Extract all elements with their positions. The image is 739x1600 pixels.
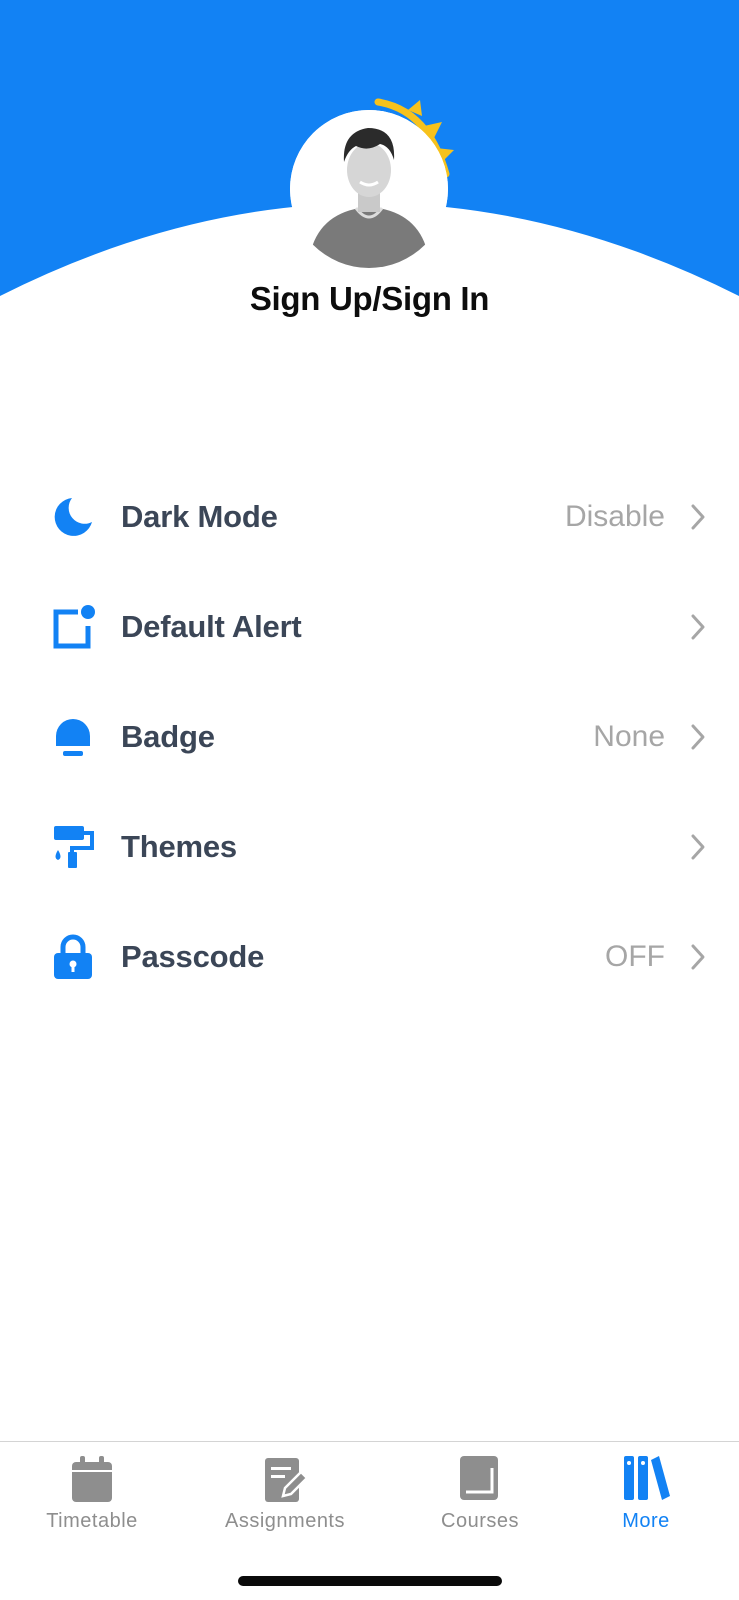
more-screen: Sign Up/Sign In Dark Mode Disable Defaul… <box>0 0 739 1600</box>
chevron-right-icon <box>691 944 705 970</box>
badge-label: Badge <box>121 719 215 754</box>
tab-timetable[interactable]: Timetable <box>7 1454 177 1533</box>
passcode-label: Passcode <box>121 939 265 974</box>
bell-icon <box>56 719 90 756</box>
chevron-right-icon <box>691 834 705 860</box>
moon-icon <box>54 498 92 536</box>
tab-assignments[interactable]: Assignments <box>200 1454 370 1533</box>
tab-assignments-label: Assignments <box>225 1510 345 1532</box>
paint-roller-icon <box>54 826 94 868</box>
dark-mode-value: Disable <box>564 500 665 533</box>
edit-note-icon <box>265 1458 309 1502</box>
settings-row-themes[interactable]: Themes <box>0 792 739 902</box>
badge-value: None <box>593 720 665 753</box>
library-icon <box>624 1456 670 1500</box>
settings-row-default-alert[interactable]: Default Alert <box>0 572 739 682</box>
calendar-icon <box>72 1456 112 1502</box>
profile-avatar[interactable] <box>290 110 448 268</box>
chevron-right-icon <box>691 504 705 530</box>
sign-in-link[interactable]: Sign Up/Sign In <box>0 280 739 318</box>
settings-row-passcode[interactable]: Passcode OFF <box>0 902 739 1012</box>
themes-label: Themes <box>121 829 237 864</box>
tab-courses[interactable]: Courses <box>395 1454 565 1533</box>
tab-more-label: More <box>622 1510 670 1532</box>
settings-list: Dark Mode Disable Default Alert Badge No… <box>0 462 739 1012</box>
tab-more[interactable]: More <box>561 1454 731 1533</box>
default-alert-label: Default Alert <box>121 609 302 644</box>
lock-icon <box>54 934 92 979</box>
person-silhouette-icon <box>290 110 448 268</box>
home-indicator[interactable] <box>238 1576 502 1586</box>
chevron-right-icon <box>691 724 705 750</box>
chevron-right-icon <box>691 614 705 640</box>
avatar-photo <box>290 110 448 268</box>
passcode-value: OFF <box>605 940 665 973</box>
alert-square-icon <box>53 605 95 649</box>
tab-timetable-label: Timetable <box>46 1510 138 1532</box>
dark-mode-label: Dark Mode <box>121 499 278 534</box>
settings-row-badge[interactable]: Badge None <box>0 682 739 792</box>
tab-courses-label: Courses <box>441 1510 519 1532</box>
settings-row-dark-mode[interactable]: Dark Mode Disable <box>0 462 739 572</box>
book-icon <box>460 1456 498 1500</box>
